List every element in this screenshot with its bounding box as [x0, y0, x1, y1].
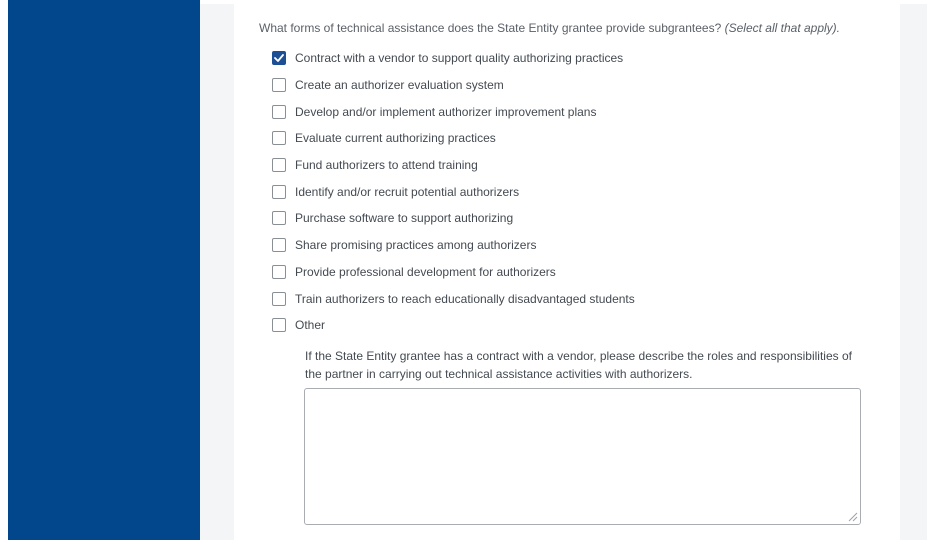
checkbox[interactable] [272, 238, 286, 253]
option-improvement-plans[interactable]: Develop and/or implement authorizer impr… [272, 98, 635, 125]
option-label: Provide professional development for aut… [295, 264, 556, 279]
option-evaluate-practices[interactable]: Evaluate current authorizing practices [272, 125, 635, 152]
checkbox[interactable] [272, 78, 286, 93]
option-other[interactable]: Other [272, 312, 635, 339]
option-label: Share promising practices among authoriz… [295, 238, 537, 253]
checkbox[interactable] [272, 264, 286, 279]
followup-prompt: If the State Entity grantee has a contra… [305, 349, 852, 381]
option-purchase-software[interactable]: Purchase software to support authorizing [272, 205, 635, 232]
option-professional-development[interactable]: Provide professional development for aut… [272, 259, 635, 286]
checkbox[interactable] [272, 51, 286, 66]
option-contract-vendor[interactable]: Contract with a vendor to support qualit… [272, 45, 635, 72]
checkbox[interactable] [272, 184, 286, 199]
checkbox[interactable] [272, 318, 286, 333]
option-label: Fund authorizers to attend training [295, 158, 478, 173]
option-label: Train authorizers to reach educationally… [295, 291, 635, 306]
checkmark-icon [274, 54, 284, 63]
resize-grip-icon[interactable] [848, 512, 858, 522]
option-label: Identify and/or recruit potential author… [295, 184, 520, 199]
checkbox-group: Contract with a vendor to support qualit… [272, 45, 635, 339]
question-text: What forms of technical assistance does … [259, 21, 840, 35]
question-label: What forms of technical assistance does … [259, 21, 722, 35]
option-train-disadvantaged[interactable]: Train authorizers to reach educationally… [272, 285, 635, 312]
left-sidebar [8, 0, 200, 540]
option-fund-training[interactable]: Fund authorizers to attend training [272, 152, 635, 179]
option-label: Contract with a vendor to support qualit… [295, 51, 624, 66]
option-label: Develop and/or implement authorizer impr… [295, 104, 597, 119]
option-label: Purchase software to support authorizing [295, 211, 514, 226]
left-gutter [200, 0, 234, 540]
option-share-practices[interactable]: Share promising practices among authoriz… [272, 232, 635, 259]
checkbox[interactable] [272, 211, 286, 226]
option-label: Other [295, 318, 326, 333]
option-recruit-authorizers[interactable]: Identify and/or recruit potential author… [272, 178, 635, 205]
page: What forms of technical assistance does … [0, 0, 927, 540]
option-label: Evaluate current authorizing practices [295, 131, 496, 146]
vendor-description-textarea[interactable] [304, 388, 861, 525]
right-gutter [900, 4, 927, 540]
option-label: Create an authorizer evaluation system [295, 78, 504, 93]
checkbox[interactable] [272, 104, 286, 119]
option-evaluation-system[interactable]: Create an authorizer evaluation system [272, 72, 635, 99]
checkbox[interactable] [272, 291, 286, 306]
checkbox[interactable] [272, 158, 286, 173]
form-panel: What forms of technical assistance does … [234, 4, 900, 540]
checkbox[interactable] [272, 131, 286, 146]
question-hint: (Select all that apply). [724, 21, 840, 35]
